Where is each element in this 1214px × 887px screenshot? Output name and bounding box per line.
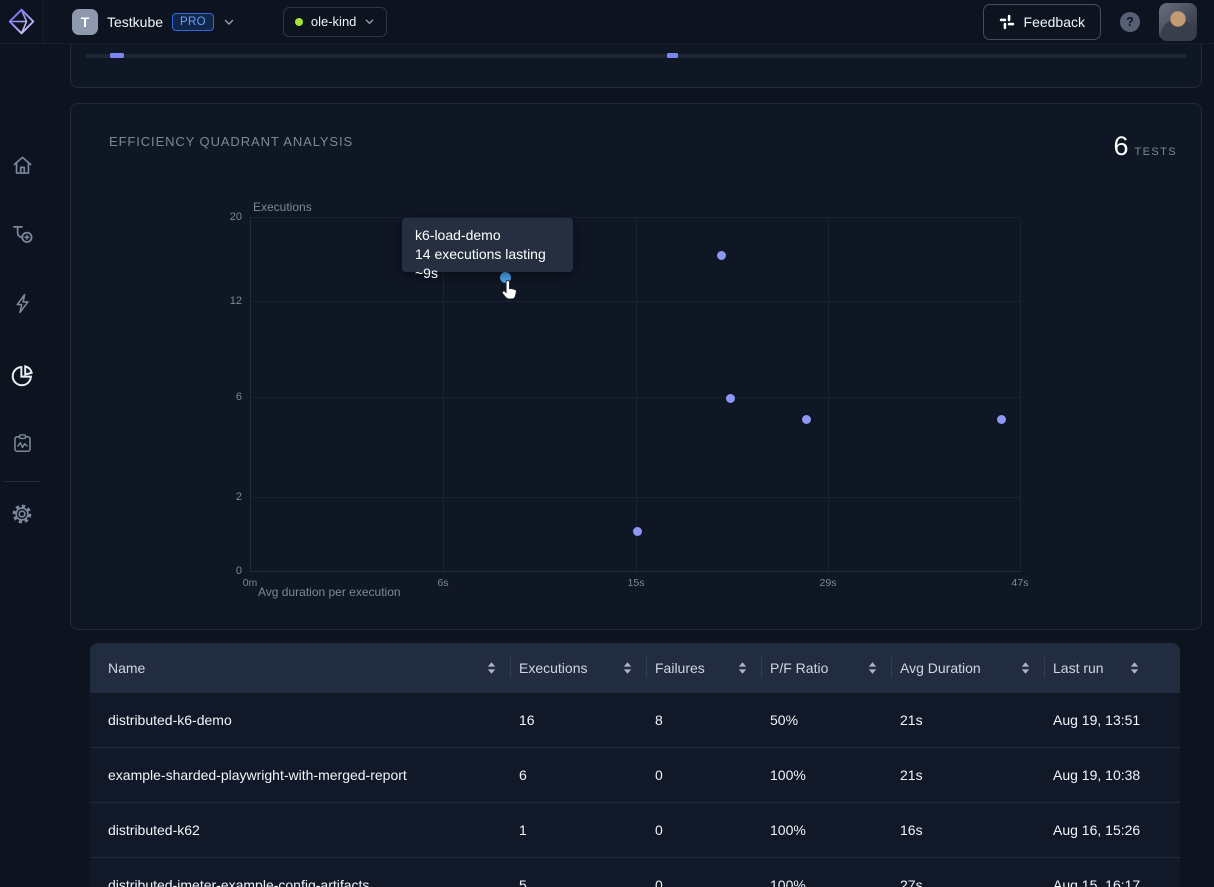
cell-value: 1 xyxy=(519,822,655,838)
sort-icon xyxy=(867,661,878,675)
column-header-failures[interactable]: Failures xyxy=(655,643,770,692)
sidebar xyxy=(0,44,44,887)
cell-value: 0 xyxy=(655,767,770,783)
sort-icon xyxy=(622,661,633,675)
sort-icon xyxy=(1020,661,1031,675)
feedback-label: Feedback xyxy=(1024,14,1085,30)
chevron-down-icon xyxy=(364,16,375,27)
mini-chart-bar xyxy=(667,53,678,58)
sort-icon xyxy=(1129,661,1140,675)
cell-value: Aug 19, 10:38 xyxy=(1053,767,1162,783)
cell-value: 5 xyxy=(519,877,655,887)
page-root: T Testkube PRO ole-kind Feedba xyxy=(0,0,1214,887)
cell-value: 50% xyxy=(770,712,900,728)
mini-chart-baseline xyxy=(86,54,1186,58)
cell-value: 100% xyxy=(770,877,900,887)
environment-selector[interactable]: ole-kind xyxy=(283,7,388,37)
lightning-icon xyxy=(11,292,34,315)
pie-chart-icon xyxy=(10,363,35,388)
question-mark-icon: ? xyxy=(1126,15,1134,29)
cell-value: 0 xyxy=(655,877,770,887)
column-label: Executions xyxy=(519,660,587,676)
efficiency-quadrant-card: EFFICIENCY QUADRANT ANALYSIS 6 TESTS xyxy=(70,103,1202,630)
tooltip-title: k6-load-demo xyxy=(415,226,560,245)
sort-icon xyxy=(737,661,748,675)
pointer-cursor-icon xyxy=(500,279,520,307)
table-row[interactable]: distributed-jmeter-example-config-artifa… xyxy=(90,857,1180,887)
table-row[interactable]: distributed-k6210100%16sAug 16, 15:26 xyxy=(90,802,1180,857)
org-avatar: T xyxy=(72,9,98,35)
testkube-logo[interactable] xyxy=(0,0,44,44)
cell-value: Aug 16, 15:26 xyxy=(1053,822,1162,838)
env-status-dot xyxy=(295,18,303,26)
home-icon xyxy=(11,154,34,177)
cell-value: 16 xyxy=(519,712,655,728)
cell-value: 27s xyxy=(900,877,1053,887)
cell-value: 0 xyxy=(655,822,770,838)
tests-count: 6 TESTS xyxy=(1114,131,1177,162)
column-label: Last run xyxy=(1053,660,1104,676)
env-name: ole-kind xyxy=(311,14,357,29)
column-label: Failures xyxy=(655,660,705,676)
sidebar-divider xyxy=(4,481,40,482)
cell-value: 21s xyxy=(900,767,1053,783)
top-bar: T Testkube PRO ole-kind Feedba xyxy=(0,0,1214,44)
feedback-button[interactable]: Feedback xyxy=(983,4,1101,40)
sidebar-item-insights[interactable] xyxy=(9,362,35,388)
help-button[interactable]: ? xyxy=(1120,12,1140,32)
tests-table: Name Executions Failures P/F Ratio Avg Durat… xyxy=(90,643,1180,887)
tests-count-unit: TESTS xyxy=(1135,146,1177,158)
cell-value: 8 xyxy=(655,712,770,728)
column-header-avg-duration[interactable]: Avg Duration xyxy=(900,643,1053,692)
cell-name: distributed-jmeter-example-config-artifa… xyxy=(108,877,519,887)
table-header-row: Name Executions Failures P/F Ratio Avg Durat… xyxy=(90,643,1180,692)
column-header-name[interactable]: Name xyxy=(108,643,519,692)
column-label: Avg Duration xyxy=(900,660,981,676)
org-switcher[interactable]: T Testkube PRO xyxy=(72,9,235,35)
mini-chart-bar xyxy=(110,53,124,58)
chart-tooltip: k6-load-demo 14 executions lasting ~9s xyxy=(402,218,573,272)
table-body: distributed-k6-demo16850%21sAug 19, 13:5… xyxy=(90,692,1180,887)
user-avatar[interactable] xyxy=(1159,3,1197,41)
sidebar-item-reports[interactable] xyxy=(9,430,35,456)
cell-value: Aug 15, 16:17 xyxy=(1053,877,1162,887)
column-header-last-run[interactable]: Last run xyxy=(1053,643,1162,692)
sort-icon xyxy=(486,661,497,675)
cell-value: 100% xyxy=(770,822,900,838)
cell-name: example-sharded-playwright-with-merged-r… xyxy=(108,767,519,783)
cell-value: 21s xyxy=(900,712,1053,728)
card-title: EFFICIENCY QUADRANT ANALYSIS xyxy=(109,134,353,149)
cell-value: 16s xyxy=(900,822,1053,838)
cell-value: 100% xyxy=(770,767,900,783)
tooltip-subtitle: 14 executions lasting ~9s xyxy=(415,245,560,283)
column-label: Name xyxy=(108,660,145,676)
testkube-logo-icon xyxy=(8,8,35,35)
sidebar-item-settings[interactable] xyxy=(9,501,35,527)
column-label: P/F Ratio xyxy=(770,660,828,676)
column-header-executions[interactable]: Executions xyxy=(519,643,655,692)
table-row[interactable]: distributed-k6-demo16850%21sAug 19, 13:5… xyxy=(90,692,1180,747)
cell-name: distributed-k62 xyxy=(108,822,519,838)
cell-name: distributed-k6-demo xyxy=(108,712,519,728)
pro-badge: PRO xyxy=(172,13,214,31)
cell-value: 6 xyxy=(519,767,655,783)
report-clipboard-icon xyxy=(11,432,34,455)
tests-count-number: 6 xyxy=(1114,131,1129,162)
sidebar-item-test-workflows[interactable] xyxy=(9,221,35,247)
sidebar-item-home[interactable] xyxy=(9,152,35,178)
org-name: Testkube xyxy=(107,14,163,30)
cell-value: Aug 19, 13:51 xyxy=(1053,712,1162,728)
sidebar-item-executions[interactable] xyxy=(9,290,35,316)
column-header-p-f-ratio[interactable]: P/F Ratio xyxy=(770,643,900,692)
chevron-down-icon xyxy=(223,16,235,28)
table-row[interactable]: example-sharded-playwright-with-merged-r… xyxy=(90,747,1180,802)
slack-icon xyxy=(999,14,1015,30)
gear-icon xyxy=(10,502,34,526)
workflow-add-icon xyxy=(10,222,34,246)
